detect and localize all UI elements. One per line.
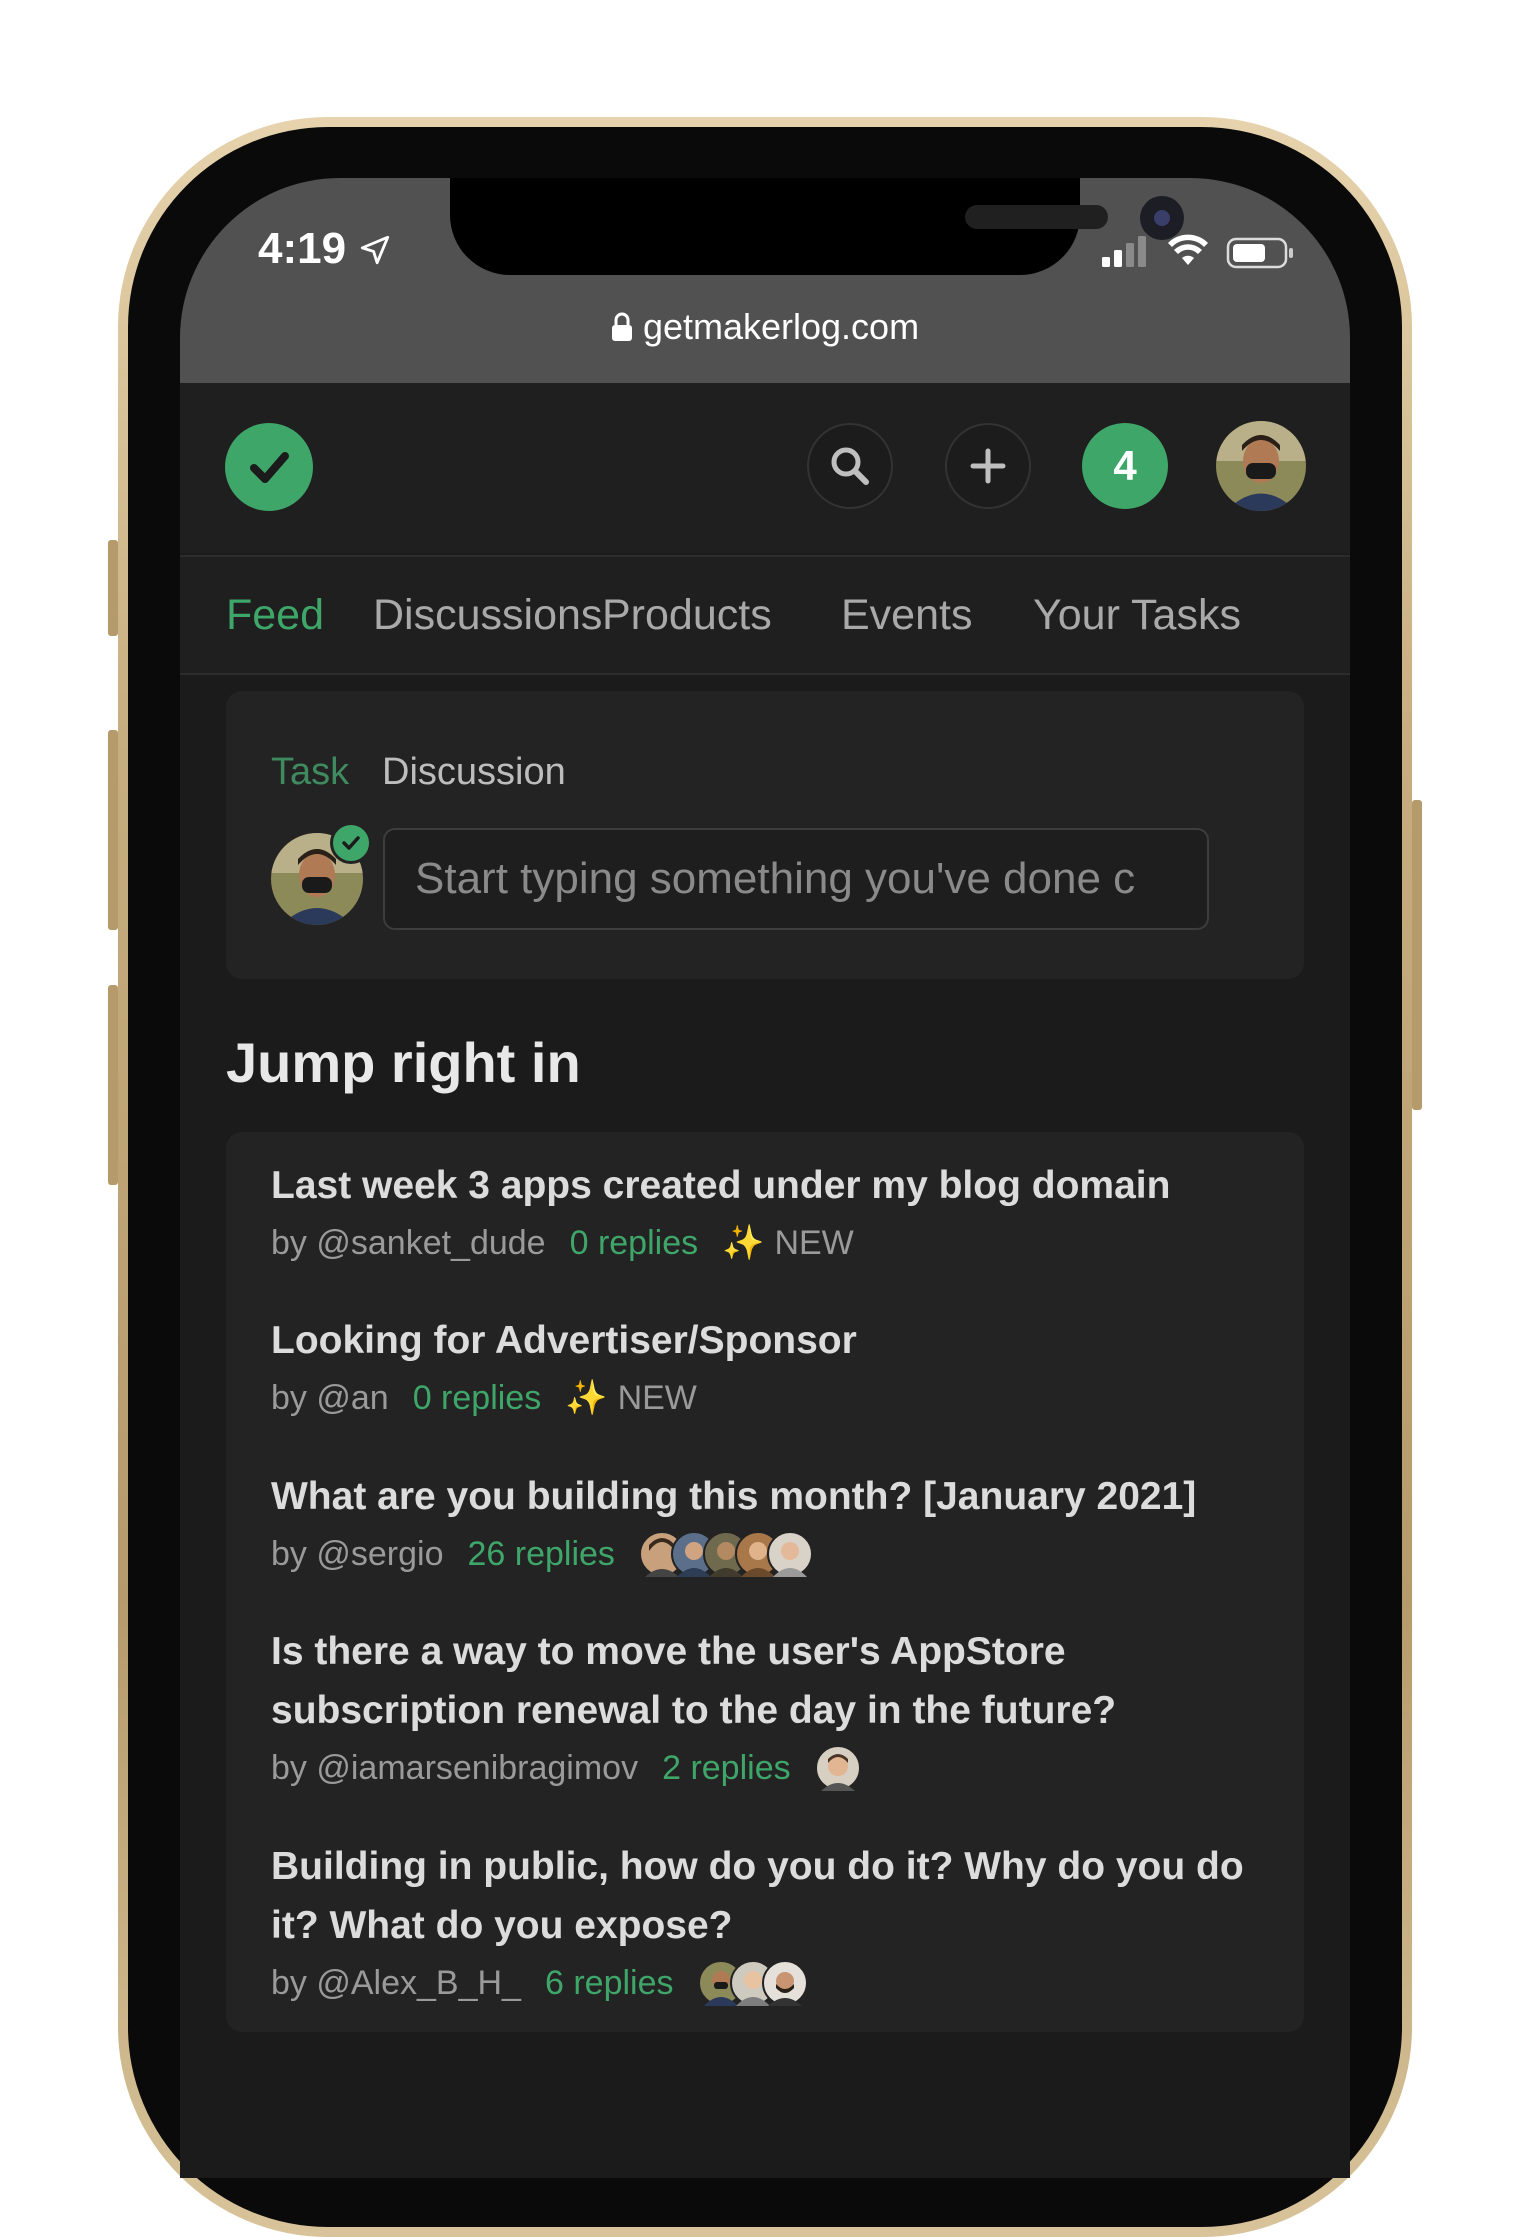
participant-avatars: [638, 1531, 813, 1577]
reply-count[interactable]: 2 replies: [662, 1740, 791, 1796]
discussion-author[interactable]: by @sanket_dude: [271, 1215, 546, 1271]
new-badge: NEW: [617, 1379, 697, 1417]
address-bar[interactable]: getmakerlog.com: [180, 306, 1350, 348]
app-header: 4: [180, 383, 1350, 553]
volume-up-button: [108, 730, 118, 930]
sparkles-icon: ✨: [565, 1379, 608, 1417]
discussion-author[interactable]: by @sergio: [271, 1526, 443, 1582]
list-item[interactable]: Looking for Advertiser/Sponsor by @an 0 …: [271, 1311, 1281, 1426]
volume-down-button: [108, 985, 118, 1185]
main-nav-tabs: Feed Discussions Products Events Your Ta…: [180, 555, 1350, 675]
discussion-author[interactable]: by @iamarsenibragimov: [271, 1740, 638, 1796]
task-input[interactable]: Start typing something you've done c: [383, 828, 1209, 930]
post-composer: Task Discussion Start typing something y…: [226, 691, 1304, 979]
discussion-title[interactable]: Building in public, how do you do it? Wh…: [271, 1837, 1281, 1955]
lock-icon: [611, 312, 632, 341]
discussion-author[interactable]: by @Alex_B_H_: [271, 1955, 521, 2011]
discussion-title[interactable]: Is there a way to move the user's AppSto…: [271, 1622, 1281, 1740]
makerlog-logo[interactable]: [225, 423, 313, 511]
reply-count[interactable]: 6 replies: [545, 1955, 674, 2011]
section-title: Jump right in: [226, 1031, 581, 1094]
sparkles-icon: ✨: [722, 1224, 765, 1262]
discussion-meta: by @Alex_B_H_ 6 replies: [271, 1955, 1281, 2011]
discussion-title[interactable]: Last week 3 apps created under my blog d…: [271, 1156, 1281, 1215]
search-button[interactable]: [807, 423, 893, 509]
list-item[interactable]: Is there a way to move the user's AppSto…: [271, 1622, 1281, 1796]
notifications-badge[interactable]: 4: [1082, 423, 1168, 509]
plus-icon: [970, 448, 1006, 484]
speaker: [965, 205, 1108, 229]
discussion-title[interactable]: What are you building this month? [Janua…: [271, 1467, 1281, 1526]
wifi-icon: [1168, 234, 1208, 265]
done-check-icon: [330, 822, 372, 864]
tab-events[interactable]: Events: [841, 591, 972, 640]
front-camera: [1140, 196, 1184, 240]
reply-count[interactable]: 0 replies: [413, 1370, 542, 1426]
check-logo-icon: [250, 452, 289, 483]
mute-switch: [108, 540, 118, 636]
list-item[interactable]: What are you building this month? [Janua…: [271, 1467, 1281, 1582]
participant-avatar: [814, 1745, 861, 1791]
discussion-meta: by @sanket_dude 0 replies ✨ NEW: [271, 1215, 1281, 1271]
participant-avatar: [761, 1960, 808, 2006]
url-text: getmakerlog.com: [642, 306, 920, 347]
discussion-list: Last week 3 apps created under my blog d…: [226, 1132, 1304, 2032]
tab-feed[interactable]: Feed: [226, 591, 324, 640]
signal-icon: [1102, 236, 1146, 267]
participant-avatar: [766, 1531, 813, 1577]
discussion-title[interactable]: Looking for Advertiser/Sponsor: [271, 1311, 1281, 1370]
reply-count[interactable]: 0 replies: [570, 1215, 699, 1271]
status-icons: [1102, 234, 1293, 269]
participant-avatars: [697, 1960, 808, 2006]
new-badge: NEW: [774, 1224, 854, 1262]
notch: [450, 178, 1184, 275]
discussion-meta: by @iamarsenibragimov 2 replies: [271, 1740, 1281, 1796]
phone-screen: 4:19 getmakerlog.com 4 Feed Discussions …: [180, 178, 1350, 2178]
add-button[interactable]: [945, 423, 1031, 509]
tab-discussions[interactable]: Discussions: [373, 591, 602, 640]
discussion-author[interactable]: by @an: [271, 1370, 389, 1426]
location-arrow-icon: [360, 235, 390, 265]
composer-tab-discussion[interactable]: Discussion: [382, 751, 566, 794]
power-button: [1412, 800, 1422, 1110]
tab-your-tasks[interactable]: Your Tasks: [1033, 591, 1241, 640]
list-item[interactable]: Last week 3 apps created under my blog d…: [271, 1156, 1281, 1271]
list-item[interactable]: Building in public, how do you do it? Wh…: [271, 1837, 1281, 2011]
composer-tab-task[interactable]: Task: [271, 751, 349, 794]
participant-avatars: [814, 1745, 861, 1791]
battery-icon: [1226, 237, 1293, 269]
search-icon: [831, 447, 869, 485]
reply-count[interactable]: 26 replies: [467, 1526, 614, 1582]
discussion-meta: by @an 0 replies ✨ NEW: [271, 1370, 1281, 1426]
status-time: 4:19: [258, 224, 347, 273]
discussion-meta: by @sergio 26 replies: [271, 1526, 1281, 1582]
tab-products[interactable]: Products: [602, 591, 772, 640]
user-avatar[interactable]: [1216, 421, 1306, 511]
